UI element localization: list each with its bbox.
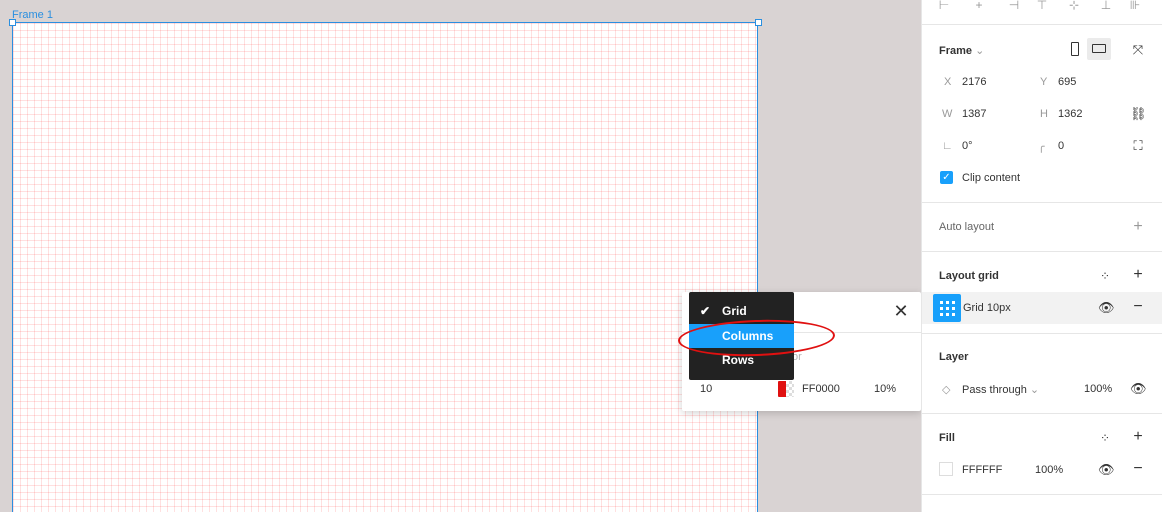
landscape-icon: [1092, 44, 1106, 53]
fill-styles-icon[interactable]: ⁘: [1097, 430, 1113, 446]
remove-layout-grid-icon[interactable]: −: [1130, 299, 1146, 315]
add-layout-grid-icon[interactable]: +: [1130, 267, 1146, 283]
menu-item-label: Grid: [722, 304, 747, 318]
frame-section-title[interactable]: Frame ⌄: [939, 44, 984, 57]
layout-grid-title: Layout grid: [939, 270, 999, 282]
remove-fill-icon[interactable]: −: [1130, 461, 1146, 477]
canvas[interactable]: Frame 1: [0, 0, 921, 512]
menu-item-columns[interactable]: Columns: [689, 324, 794, 348]
divider: [922, 333, 1162, 334]
fill-opacity-input[interactable]: 100%: [1035, 464, 1063, 476]
layer-opacity-input[interactable]: 100%: [1084, 383, 1112, 395]
width-input[interactable]: 1387: [962, 108, 986, 120]
independent-corners-icon[interactable]: ⛶: [1130, 138, 1146, 154]
blend-mode-icon: ◇: [942, 384, 951, 396]
grid-settings-icon[interactable]: [933, 294, 961, 322]
divider: [922, 202, 1162, 203]
align-right-icon[interactable]: ⊣: [1007, 0, 1021, 11]
add-fill-icon[interactable]: +: [1130, 429, 1146, 445]
grid-color-hex-input[interactable]: FF0000: [802, 383, 840, 395]
y-label: Y: [1040, 76, 1048, 88]
eye-icon[interactable]: 👁: [1098, 300, 1115, 316]
corner-radius-input[interactable]: 0: [1058, 140, 1064, 152]
divider: [922, 251, 1162, 252]
grid-size-input[interactable]: 10: [700, 383, 712, 395]
align-left-icon[interactable]: ⊢: [937, 0, 951, 11]
grid-type-menu: ✔ Grid Columns Rows: [689, 292, 794, 380]
resize-to-fit-icon[interactable]: ⤧: [1130, 42, 1146, 58]
layout-grid-label[interactable]: Grid 10px: [963, 302, 1011, 314]
align-vertical-center-icon[interactable]: ⊹: [1067, 0, 1081, 11]
rotation-icon: ∟: [942, 140, 953, 152]
fill-hex-input[interactable]: FFFFFF: [962, 464, 1002, 476]
height-input[interactable]: 1362: [1058, 108, 1082, 120]
grid-opacity-input[interactable]: 10%: [874, 383, 896, 395]
frame-label[interactable]: Frame 1: [12, 9, 53, 21]
w-label: W: [942, 108, 953, 120]
x-input[interactable]: 2176: [962, 76, 986, 88]
corner-radius-icon: ╭: [1038, 141, 1045, 153]
portrait-icon[interactable]: [1071, 42, 1079, 56]
menu-item-label: Columns: [722, 329, 774, 343]
frame-1[interactable]: [12, 22, 758, 512]
x-label: X: [944, 76, 952, 88]
distribute-icon[interactable]: ⊪: [1128, 0, 1142, 11]
close-icon[interactable]: ✕: [893, 302, 909, 320]
h-label: H: [1040, 108, 1048, 120]
landscape-toggle[interactable]: [1087, 38, 1111, 60]
properties-panel: ⊢ + ⊣ ⊤ ⊹ ⊥ ⊪ Frame ⌄ ⤧ X 2176 Y 695 W 1…: [921, 0, 1162, 512]
fill-color-swatch[interactable]: [939, 462, 953, 476]
divider: [922, 24, 1162, 25]
clip-content-label: Clip content: [962, 172, 1021, 184]
resize-handle-top-right[interactable]: [755, 19, 762, 26]
constrain-proportions-icon[interactable]: ⛓: [1130, 106, 1147, 122]
align-horizontal-center-icon[interactable]: +: [972, 0, 986, 11]
align-bottom-icon[interactable]: ⊥: [1099, 0, 1113, 11]
layer-title: Layer: [939, 351, 969, 363]
divider: [922, 494, 1162, 495]
eye-icon[interactable]: 👁: [1130, 381, 1147, 397]
align-top-icon[interactable]: ⊤: [1035, 0, 1049, 11]
add-auto-layout-icon[interactable]: +: [1130, 219, 1146, 235]
blend-mode-select[interactable]: Pass through ⌄: [962, 383, 1039, 396]
menu-item-grid[interactable]: ✔ Grid: [689, 299, 794, 323]
grid-styles-icon[interactable]: ⁘: [1097, 268, 1113, 284]
rotation-input[interactable]: 0°: [962, 140, 973, 152]
y-input[interactable]: 695: [1058, 76, 1076, 88]
menu-item-label: Rows: [722, 353, 755, 367]
clip-content-checkbox[interactable]: ✓: [940, 171, 953, 184]
eye-icon[interactable]: 👁: [1098, 462, 1115, 478]
auto-layout-title: Auto layout: [939, 221, 995, 233]
grid-color-swatch[interactable]: [778, 381, 794, 397]
divider: [922, 413, 1162, 414]
fill-title: Fill: [939, 432, 955, 444]
check-icon: ✔: [700, 304, 711, 318]
resize-handle-top-left[interactable]: [9, 19, 16, 26]
menu-item-rows[interactable]: Rows: [689, 348, 794, 372]
